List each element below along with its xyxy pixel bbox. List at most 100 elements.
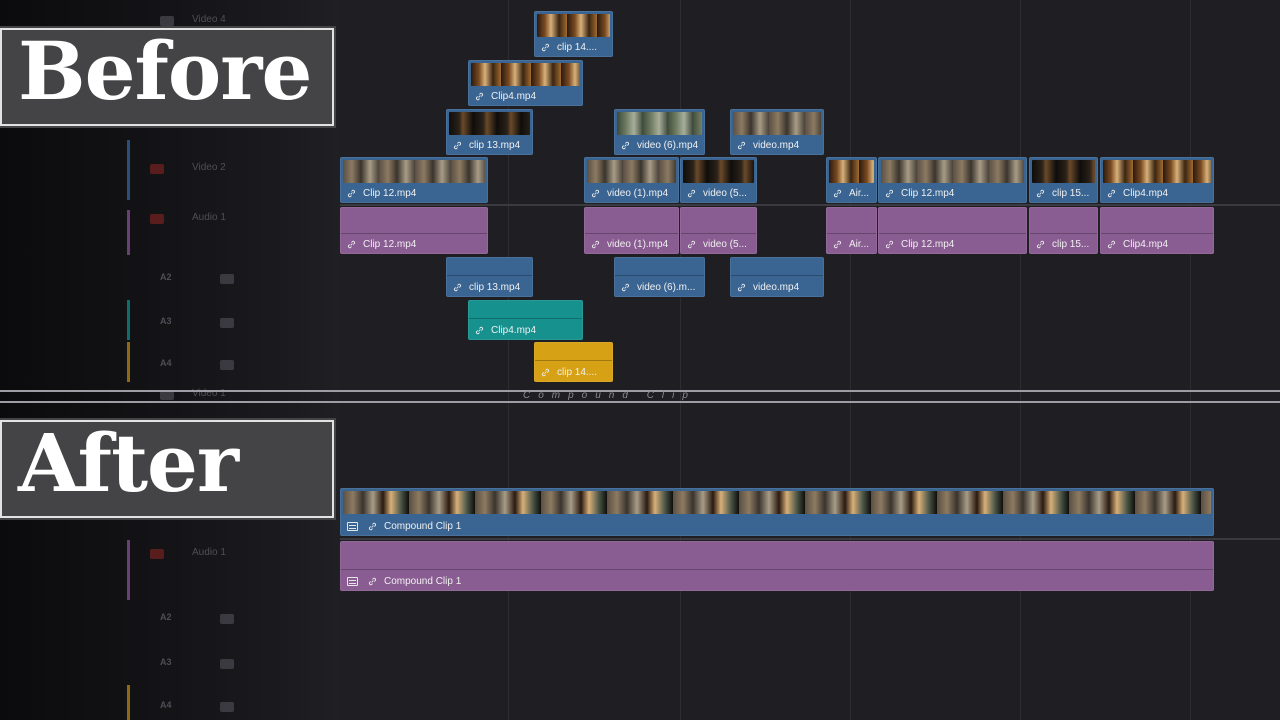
clip-name: Clip 12.mp4 (363, 239, 417, 250)
track-header-row: Audio 1 (120, 210, 330, 228)
clip-name: video.mp4 (753, 282, 800, 293)
timeline-clip[interactable]: video (6).mp4 (614, 109, 705, 155)
timeline-clip[interactable]: Clip 12.mp4 (878, 157, 1027, 203)
timeline-clip[interactable]: video (1).mp4 (584, 157, 679, 203)
track-header-row: A3 (120, 655, 330, 673)
clip-name: Clip4.mp4 (1123, 239, 1169, 250)
timeline-gridline (508, 0, 509, 720)
track-header-row: A2 (120, 610, 330, 628)
clip-name: clip 14.... (557, 42, 598, 53)
timeline-gridline (680, 0, 681, 720)
link-icon (475, 326, 484, 335)
audio-clip[interactable]: Clip 12.mp4 (878, 207, 1027, 254)
clip-name: video.mp4 (753, 140, 800, 151)
clip-name: video (6).mp4 (637, 140, 699, 151)
audio-clip[interactable]: Clip 12.mp4 (340, 207, 488, 254)
link-icon (737, 283, 746, 292)
timeline-clip[interactable]: Clip 12.mp4 (340, 157, 488, 203)
after-title-box: After (0, 416, 334, 518)
audio-clip[interactable]: clip 15... (1029, 207, 1098, 254)
clip-name: Clip 12.mp4 (363, 188, 417, 199)
clip-name: clip 13.mp4 (469, 282, 521, 293)
clip-name: clip 14.... (557, 367, 598, 378)
compound-video-clip[interactable]: Compound Clip 1 (340, 488, 1214, 536)
timeline-clip[interactable]: Clip4.mp4 (1100, 157, 1214, 203)
clip-name: video (5... (703, 188, 747, 199)
link-icon (687, 189, 696, 198)
timeline-clip[interactable]: Air... (826, 157, 877, 203)
audio-clip[interactable]: clip 13.mp4 (446, 257, 533, 297)
track-header-row: A2 (120, 270, 330, 288)
timeline-clip[interactable]: video.mp4 (730, 109, 824, 155)
before-after-divider (0, 401, 1280, 403)
link-icon (591, 189, 600, 198)
link-icon (475, 92, 484, 101)
timeline-gridline (850, 0, 851, 720)
timeline-stage: Video 4 Video 2 Audio 1 A2 A3 A4 Video 1… (0, 0, 1280, 720)
clip-name: Clip 12.mp4 (901, 188, 955, 199)
before-title-box: Before (0, 24, 334, 126)
audio-clip[interactable]: Clip4.mp4 (1100, 207, 1214, 254)
timeline-clip[interactable]: Clip4.mp4 (468, 60, 583, 106)
clip-name: Clip 12.mp4 (901, 239, 955, 250)
link-icon (453, 283, 462, 292)
timeline-clip[interactable]: clip 15... (1029, 157, 1098, 203)
link-icon (621, 141, 630, 150)
link-icon (737, 141, 746, 150)
link-icon (1036, 240, 1045, 249)
track-header-row: Audio 1 (120, 545, 330, 563)
audio-clip[interactable]: video (1).mp4 (584, 207, 679, 254)
link-icon (591, 240, 600, 249)
timeline-clip[interactable]: video (5... (680, 157, 757, 203)
compound-clip-icon (347, 577, 358, 586)
track-header-row: A3 (120, 314, 330, 332)
clip-name: Clip4.mp4 (491, 91, 537, 102)
link-icon (1107, 240, 1116, 249)
link-icon (541, 43, 550, 52)
compound-audio-clip[interactable]: Compound Clip 1 (340, 541, 1214, 591)
link-icon (347, 240, 356, 249)
timeline-clip[interactable]: clip 14.... (534, 11, 613, 57)
track-header-row: A4 (120, 698, 330, 716)
clip-name: video (6).m... (637, 282, 696, 293)
clip-name: clip 15... (1052, 188, 1090, 199)
audio-clip[interactable]: video.mp4 (730, 257, 824, 297)
track-separator (340, 538, 1280, 540)
audio-clip[interactable]: clip 14.... (534, 342, 613, 382)
track-header-row: Video 2 (120, 160, 330, 178)
timeline-gridline (1190, 0, 1191, 720)
before-title: Before (18, 24, 312, 118)
link-icon (1107, 189, 1116, 198)
link-icon (347, 189, 356, 198)
clip-name: Clip4.mp4 (491, 325, 537, 336)
link-icon (368, 577, 377, 586)
link-icon (453, 141, 462, 150)
clip-name: Compound Clip 1 (384, 521, 462, 532)
link-icon (687, 240, 696, 249)
clip-name: video (1).mp4 (607, 239, 669, 250)
clip-name: Air... (849, 239, 870, 250)
track-header-row: A4 (120, 356, 330, 374)
clip-name: clip 15... (1052, 239, 1090, 250)
link-icon (368, 522, 377, 531)
timeline-clip[interactable]: clip 13.mp4 (446, 109, 533, 155)
clip-name: Clip4.mp4 (1123, 188, 1169, 199)
clip-name: video (5... (703, 239, 747, 250)
link-icon (1036, 189, 1045, 198)
audio-clip[interactable]: video (6).m... (614, 257, 705, 297)
link-icon (885, 240, 894, 249)
clip-name: clip 13.mp4 (469, 140, 521, 151)
audio-clip[interactable]: Clip4.mp4 (468, 300, 583, 340)
compound-clip-icon (347, 522, 358, 531)
link-icon (541, 368, 550, 377)
link-icon (885, 189, 894, 198)
track-separator (340, 204, 1280, 206)
clip-name: Compound Clip 1 (384, 576, 462, 587)
clip-name: video (1).mp4 (607, 188, 669, 199)
clip-name: Air... (849, 188, 870, 199)
audio-clip[interactable]: Air... (826, 207, 877, 254)
timeline-gridline (1020, 0, 1021, 720)
link-icon (833, 189, 842, 198)
after-title: After (18, 416, 239, 510)
audio-clip[interactable]: video (5... (680, 207, 757, 254)
